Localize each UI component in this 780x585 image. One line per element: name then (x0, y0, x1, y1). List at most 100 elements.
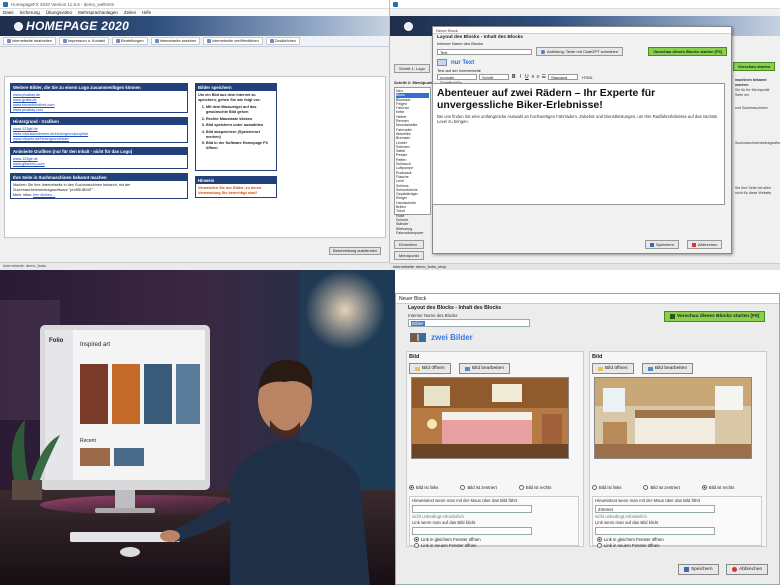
person-at-computer-photo: Folio Inspired art Recent (0, 270, 395, 585)
bg-preview-button[interactable]: Vorschau starten (733, 62, 776, 71)
menu-datei[interactable]: Datei (3, 10, 14, 15)
toolbar-edit-site[interactable]: Internetseite bearbeiten (3, 37, 56, 45)
name-label: Interner Name des Blocks (408, 313, 458, 318)
main-toolbar: Internetseite bearbeiten Impressum u. Ko… (0, 36, 389, 47)
optional-hint: nicht unbedingt erforderlich (412, 514, 464, 519)
align-right-radio[interactable]: Bild ist rechts (518, 485, 551, 490)
edit-image-button[interactable]: Bild bearbeiten (459, 363, 511, 374)
align-left-icon[interactable]: ≡ (532, 74, 535, 80)
button-label: Schritt 1: Logo (394, 64, 430, 73)
setup-button[interactable]: Einrichten (394, 240, 424, 249)
menu-bar: Datei Sicherung Übungsvideo Mehrsprachan… (0, 9, 389, 16)
image-edit-icon (465, 366, 470, 371)
menu-mehrsprach[interactable]: Mehrsprachanlagen (78, 10, 118, 15)
preview-block-button[interactable]: Vorschau dieses Blocks starten [F9] (664, 311, 766, 322)
menu-uebungsvideo[interactable]: Übungsvideo (46, 10, 72, 15)
button-label: Bild bearbeiten (472, 366, 505, 371)
menu-zeilen[interactable]: Zeilen (124, 10, 136, 15)
align-center-radio[interactable]: Bild ist zentriert (460, 485, 497, 490)
align-center-radio[interactable]: Bild ist zentriert (643, 485, 680, 490)
info-icon (541, 49, 545, 54)
toolbar-label: Einstellungen (120, 39, 144, 43)
link-input[interactable] (595, 527, 715, 535)
radio-label: Link in neuem Fenster öffnen (604, 543, 660, 548)
box-heading: Weitere Bilder, die Sie zu einem Logo zu… (11, 84, 187, 91)
save-images-box: Bilder speichern Um ein Bild aus dem Int… (195, 83, 277, 171)
new-window-radio[interactable]: Link in neuem Fenster öffnen (414, 543, 481, 548)
link[interactable]: www.gifanimo.com (13, 162, 185, 167)
dialog-title: Neuer Block (433, 27, 731, 34)
toolbar-settings[interactable]: Einstellungen (111, 37, 148, 45)
play-icon (670, 314, 675, 319)
cancel-button[interactable]: Abbrechen (687, 240, 723, 249)
block-name-input[interactable]: Text (437, 48, 532, 55)
bold-icon[interactable]: B (511, 74, 517, 80)
style-select[interactable]: Standard (547, 74, 578, 80)
link-input[interactable] (412, 527, 532, 535)
radio-dot (414, 543, 419, 548)
box-text: Machen Sie Ihre Internetseite in den Suc… (13, 183, 131, 192)
menu-sicherung[interactable]: Sicherung (20, 10, 40, 15)
side-text: machinen bekannt machen (735, 78, 767, 87)
button-label: Anleitung: Texte mit ChatGPT schreiben (547, 49, 618, 54)
hover-text-input[interactable]: Zimmer (595, 505, 715, 513)
link-settings: Hinweistext wenn man mit der Maus über d… (409, 496, 579, 548)
radio-dot (597, 543, 602, 548)
screen-heading: Inspired art (80, 342, 110, 348)
link[interactable]: www.cliparts.de/hintergrundbilder (13, 137, 185, 142)
radio-label: Link in neuem Fenster öffnen (421, 543, 477, 548)
same-window-radio[interactable]: Link in gleichem Fenster öffnen (414, 537, 481, 542)
font-size-select[interactable]: normale Schriftgröße (437, 74, 477, 85)
toolbar-label: Internetseite bearbeiten (12, 39, 52, 43)
radio-label: Bild ist zentriert (650, 485, 680, 490)
align-right-radio[interactable]: Bild ist rechts (701, 485, 734, 490)
radio-dot (597, 537, 602, 542)
cancel-button[interactable]: Abbrechen (726, 564, 769, 575)
hover-text-input[interactable] (412, 505, 532, 513)
image-edit-icon (648, 366, 653, 371)
screen-brand: Folio (49, 338, 64, 344)
underline-icon[interactable]: U (524, 74, 530, 80)
list-icon[interactable]: ☰ (541, 74, 545, 80)
preview-block-button[interactable]: Vorschau dieses Blocks starten [F9] (648, 47, 727, 56)
button-label: Abbrechen (698, 242, 718, 247)
align-left-radio[interactable]: Bild ist links (592, 485, 621, 490)
plus-icon (269, 39, 274, 43)
more-info-label: Mehr Infos: (13, 193, 32, 197)
side-text: nicht für diese Website (735, 191, 772, 195)
more-info-link[interactable]: hier klicken... (33, 193, 55, 197)
rich-text-editor[interactable]: Abenteuer auf zwei Rädern – Ihr Experte … (432, 83, 725, 205)
save-button[interactable]: Speichern (678, 564, 719, 575)
new-window-radio[interactable]: Link in neuem Fenster öffnen (597, 543, 664, 548)
editor-body: Bei uns finden Sie eine umfangreiche Aus… (437, 114, 718, 124)
panel-heading: Bild (409, 354, 420, 360)
italic-icon[interactable]: I (519, 74, 522, 80)
button-label: Speichern (691, 567, 713, 572)
menu-hilfe[interactable]: Hilfe (142, 10, 151, 15)
step1-button[interactable]: Schritt 1: Logo (394, 64, 430, 73)
align-center-icon[interactable]: ≡ (537, 74, 540, 80)
save-button[interactable]: Speichern (645, 240, 680, 249)
hide-description-button[interactable]: Beschreibung ausblenden (329, 247, 381, 255)
radio-label: Bild ist links (416, 485, 439, 490)
align-left-radio[interactable]: Bild ist links (409, 485, 438, 490)
menu-item-button[interactable]: Menüpunkt (394, 251, 424, 260)
edit-image-button[interactable]: Bild bearbeiten (642, 363, 694, 374)
chatgpt-guide-button[interactable]: Anleitung: Texte mit ChatGPT schreiben (536, 47, 623, 56)
toolbar-extras[interactable]: Zusätzliches (265, 37, 300, 45)
category-list-item[interactable]: Fahrradcomputer (396, 231, 429, 235)
category-list[interactable]: Neu Bikes Bikeinsel Felgen Fahrrad Kette Helme… (394, 87, 431, 235)
open-image-button[interactable]: Bild öffnen (592, 363, 634, 374)
open-image-button[interactable]: Bild öffnen (409, 363, 451, 374)
logo-images-box: Weitere Bilder, die Sie zu einem Logo zu… (10, 83, 188, 113)
html-toggle[interactable]: HTML (582, 75, 593, 80)
link[interactable]: www.pixabay.com (13, 108, 185, 113)
same-window-radio[interactable]: Link in gleichem Fenster öffnen (597, 537, 664, 542)
toolbar-publish[interactable]: Internetseite veröffentlichen (203, 37, 263, 45)
toolbar-view-site[interactable]: Internetseite ansehen (150, 37, 201, 45)
toolbar-imprint[interactable]: Impressum u. Kontakt (58, 37, 109, 45)
font-select[interactable]: Schrift (479, 74, 509, 80)
hover-label: Hinweistext wenn man mit der Maus über d… (412, 498, 518, 503)
edit-icon (7, 39, 11, 43)
block-name-input[interactable]: Bilder (408, 319, 530, 327)
